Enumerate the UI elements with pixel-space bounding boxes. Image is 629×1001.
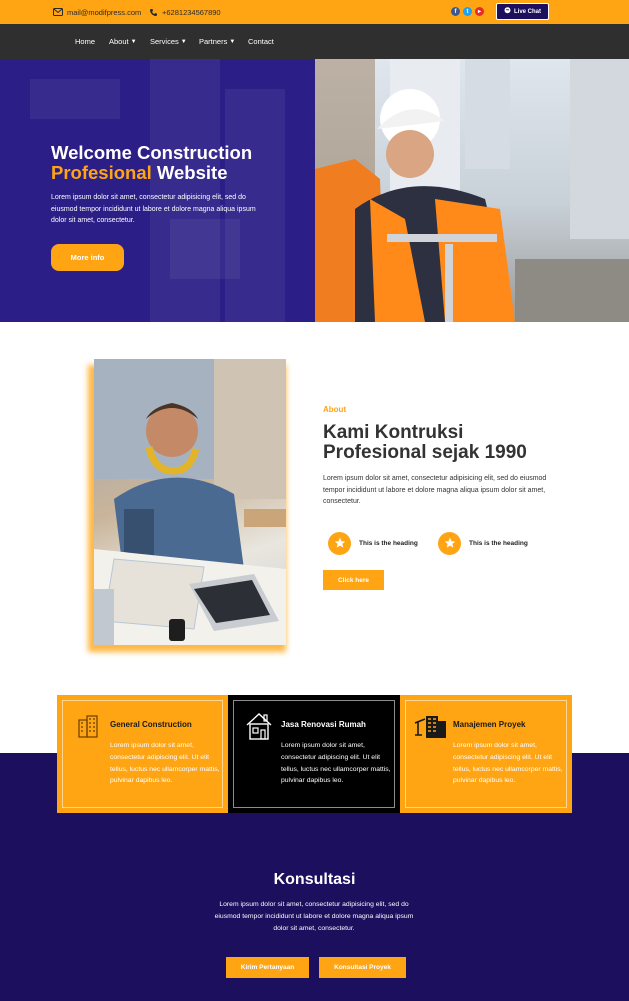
live-chat-button[interactable]: Live Chat [496,3,549,20]
about-title: Kami Kontruksi Profesional sejak 1990 [323,422,527,463]
service-title: Manajemen Proyek [453,720,526,729]
caret-down-icon: ▼ [180,38,187,45]
about-label: About [323,405,347,414]
feature-item: This is the heading [438,531,528,555]
kirim-pertanyaan-button[interactable]: Kirim Pertanyaan [226,957,309,978]
live-chat-label: Live Chat [513,8,541,15]
service-card-renovasi: Jasa Renovasi Rumah Lorem ipsum dolor si… [228,695,400,813]
phone-icon [149,8,158,17]
konsultasi-proyek-button[interactable]: Konsultasi Proyek [319,957,406,978]
hero-subtitle: Lorem ipsum dolor sit amet, consectetur … [51,194,256,224]
about-worker-photo [94,359,286,645]
hero-title-rest: Website [151,162,228,183]
feature-label: This is the heading [359,539,418,547]
hero-title-line1: Welcome Construction [51,142,253,163]
caret-down-icon: ▼ [229,38,236,45]
mail-icon [53,8,63,16]
service-title: General Construction [110,720,192,729]
nav-item-contact[interactable]: Contact [248,24,274,59]
nav-label: Home [75,37,96,46]
nav-label: Services [150,37,179,46]
service-text: Lorem ipsum dolor sit amet, consectetur … [453,742,563,785]
crane-building-icon [414,713,448,739]
hero-title-accent: Profesional [51,162,152,183]
nav-label: Contact [248,37,274,46]
more-info-button[interactable]: More info [51,244,124,271]
nav-label: Partners [199,37,228,46]
about-text: Lorem ipsum dolor sit amet, consectetur … [323,475,547,505]
nav-item-partners[interactable]: Partners ▼ [199,24,235,59]
nav-item-home[interactable]: Home [75,24,95,59]
hero-title: Welcome Construction Profesional Website [51,143,252,183]
main-nav: Home About ▼ Services ▼ Partners ▼ Contact [0,24,629,59]
email-text: mail@modifpress.com [67,7,142,17]
twitter-icon[interactable]: t [463,7,472,16]
nav-item-about[interactable]: About ▼ [109,24,137,59]
building-icon [76,714,100,738]
phone-text: +6281234567890 [162,7,221,17]
house-icon [244,711,274,741]
konsultasi-text: Lorem ipsum dolor sit amet, consectetur … [214,901,414,932]
top-bar: mail@modifpress.com +6281234567890 f t ▸… [0,0,629,24]
star-icon [438,531,461,555]
nav-label: About [109,37,129,46]
facebook-icon[interactable]: f [451,7,460,16]
service-text: Lorem ipsum dolor sit amet, consectetur … [281,742,391,785]
service-text: Lorem ipsum dolor sit amet, consectetur … [110,742,220,785]
chat-bubble-icon [504,7,511,16]
feature-label: This is the heading [469,539,528,547]
phone-contact[interactable]: +6281234567890 [149,0,221,24]
hero-overlay [0,59,315,322]
konsultasi-title: Konsultasi [273,871,356,888]
feature-item: This is the heading [328,531,418,555]
click-here-button[interactable]: Click here [323,570,384,590]
caret-down-icon: ▼ [130,38,137,45]
email-contact[interactable]: mail@modifpress.com [53,0,141,24]
service-title: Jasa Renovasi Rumah [281,720,366,729]
service-card-manajemen-proyek: Manajemen Proyek Lorem ipsum dolor sit a… [400,695,572,813]
service-card-general-construction: General Construction Lorem ipsum dolor s… [57,695,228,813]
hero-workers-photo [315,59,629,322]
youtube-icon[interactable]: ▸ [475,7,484,16]
hero-section: Welcome Construction Profesional Website… [0,59,629,322]
nav-item-services[interactable]: Services ▼ [150,24,187,59]
star-icon [328,531,351,555]
